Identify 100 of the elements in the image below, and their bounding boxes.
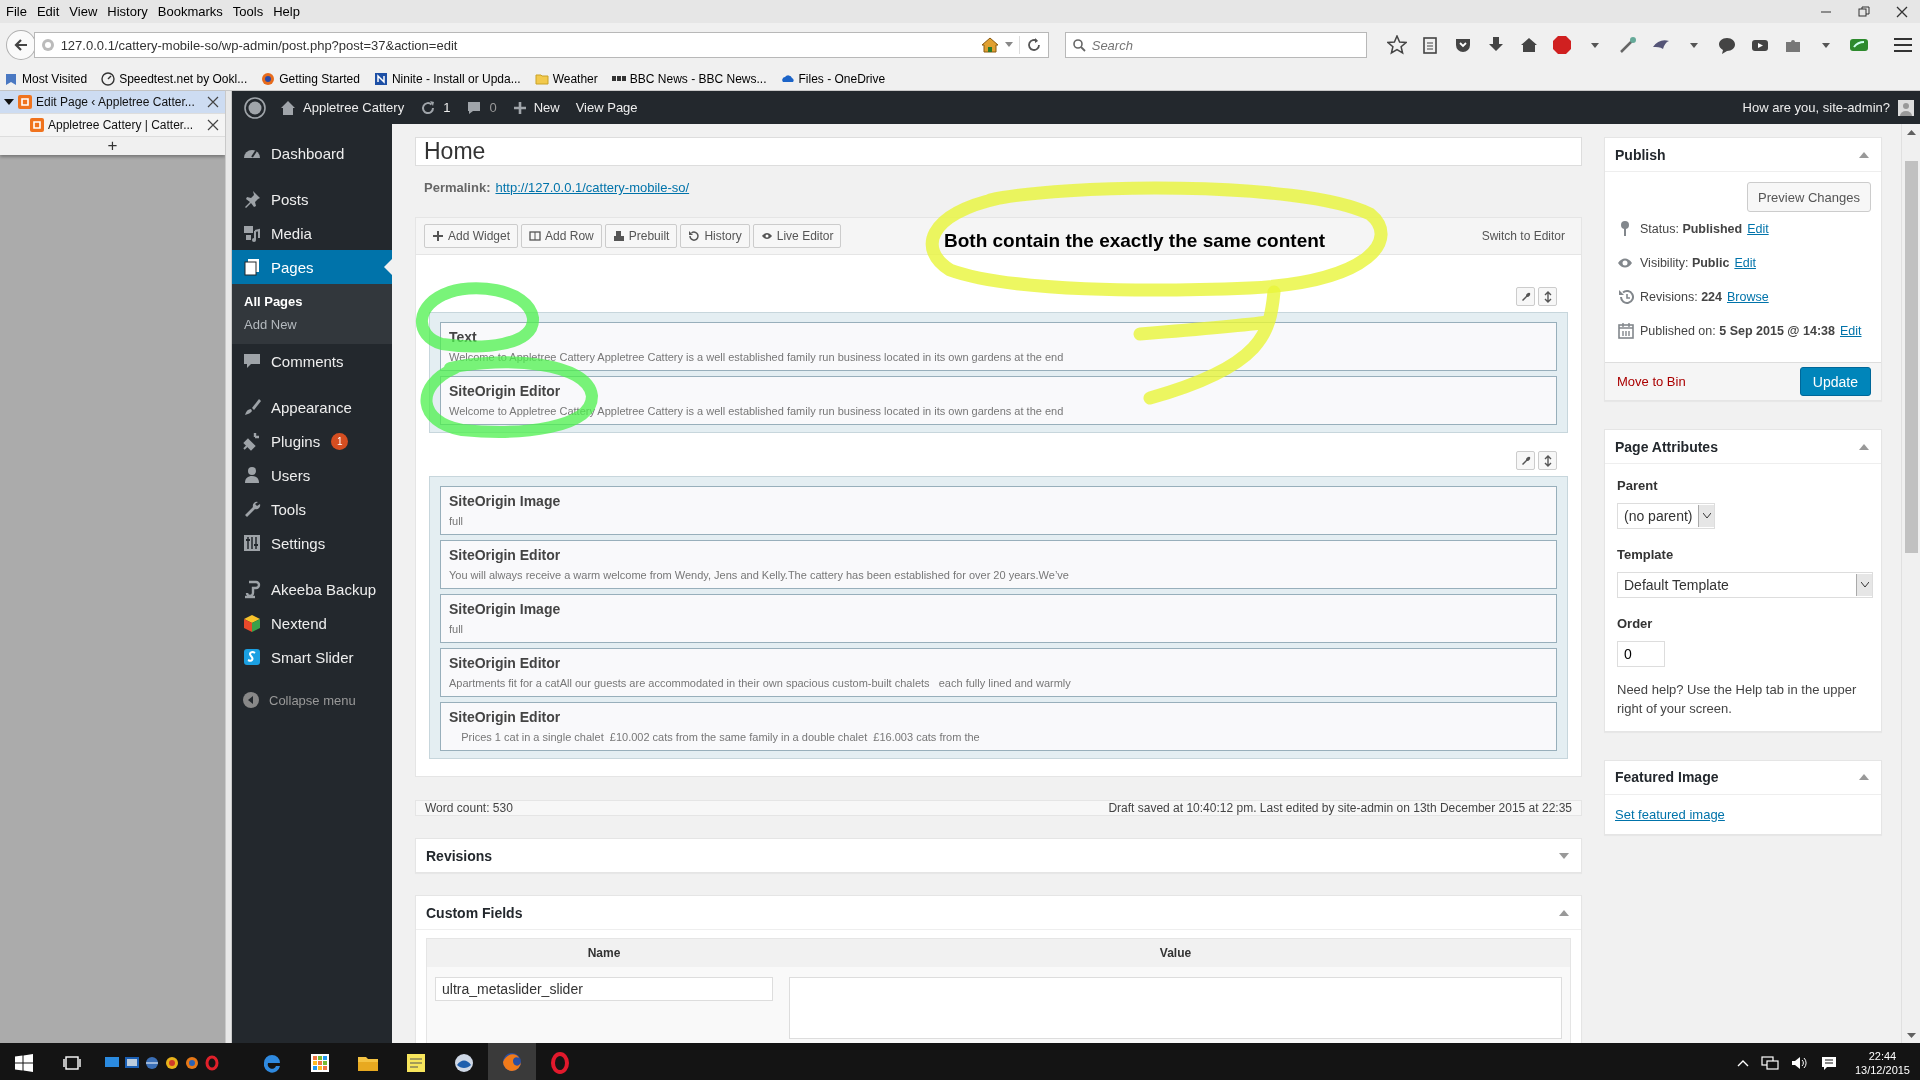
bookmark-link[interactable]: Speedtest.net by Ookl... xyxy=(119,71,248,86)
address-bar[interactable]: 127.0.0.1/cattery-mobile-so/wp-admin/post.php?post=37&action=edit xyxy=(33,32,1049,58)
widget-card[interactable]: SiteOrigin Image full xyxy=(440,486,1557,535)
sidebar-item[interactable]: Tools xyxy=(232,492,392,526)
widget-card[interactable]: SiteOrigin Image full xyxy=(440,594,1557,643)
widget-title: SiteOrigin Image xyxy=(449,493,562,509)
sidebar-item[interactable]: Users xyxy=(232,458,392,492)
edit-link[interactable]: Browse xyxy=(1727,290,1769,304)
draft-status: Draft saved at 10:40:12 pm. Last edited by site-admin on 13th December 2015 at 22:35 xyxy=(1108,801,1572,815)
widget-title: SiteOrigin Editor xyxy=(449,383,562,399)
annotation-text: Both contain the exactly the same content xyxy=(944,230,1326,252)
field-label: Order xyxy=(1617,616,1653,631)
update-button[interactable]: Update xyxy=(1799,367,1871,396)
box-title: Page Attributes xyxy=(1615,438,1718,455)
publish-detail: Status: Published xyxy=(1640,222,1743,236)
menu-item[interactable]: Help xyxy=(269,4,306,19)
view-page-link[interactable]: View Page xyxy=(567,91,646,124)
collapse-menu-button[interactable]: Collapse menu xyxy=(232,686,392,714)
widget-card[interactable]: SiteOrigin Editor Apartments fit for a catAll our guests are accommodated in their own spacious custom-built chalets each fully lined and warmly xyxy=(440,648,1557,697)
order-field[interactable]: 0 xyxy=(1617,641,1665,667)
title-field[interactable]: Home xyxy=(415,137,1582,166)
publish-detail: Revisions: 224 xyxy=(1640,290,1722,304)
toolbar-button[interactable]: Add Row xyxy=(521,224,602,248)
edit-link[interactable]: Edit xyxy=(1747,222,1769,236)
parent-select[interactable]: (no parent) xyxy=(1617,503,1716,529)
switch-to-editor-link[interactable]: Switch to Editor xyxy=(1481,229,1565,243)
box-title: Featured Image xyxy=(1615,769,1719,786)
toolbar-button[interactable]: Prebuilt xyxy=(604,224,678,248)
column-header: Value xyxy=(1158,946,1193,960)
widget-title: SiteOrigin Editor xyxy=(449,709,562,725)
sidebar-item[interactable]: Akeeba Backup xyxy=(232,572,392,606)
site-link[interactable]: Appletree Cattery xyxy=(272,91,413,124)
count-badge: 1 xyxy=(331,432,349,450)
widget-summary: Apartments fit for a catAll our guests are accommodated in their own spacious custom-built chalets each fully lined and warmly xyxy=(449,677,1072,689)
bookmark-link[interactable]: Most Visited xyxy=(22,71,88,86)
menu-item[interactable]: View xyxy=(65,4,104,19)
widget-title: SiteOrigin Editor xyxy=(449,655,562,671)
new-link[interactable]: New xyxy=(504,91,568,124)
search-input[interactable]: Search xyxy=(1091,37,1360,53)
set-featured-image-link[interactable]: Set featured image xyxy=(1615,806,1725,822)
help-text: Need help? Use the Help tab in the upper right of your screen. xyxy=(1617,681,1858,718)
sidebar-item[interactable]: Posts xyxy=(232,182,392,216)
bookmark-link[interactable]: Weather xyxy=(552,71,598,86)
menu-item[interactable]: Tools xyxy=(228,4,270,19)
tree-tab[interactable]: Edit Page ‹ Appletree Catter... xyxy=(0,91,225,114)
updates-link[interactable]: 1 xyxy=(412,91,459,124)
edit-link[interactable]: Edit xyxy=(1734,256,1756,270)
sidebar-item[interactable]: Comments xyxy=(232,344,392,378)
field-label: Template xyxy=(1617,547,1674,562)
toolbar-button[interactable]: Add Widget xyxy=(424,224,519,248)
widget-card[interactable]: SiteOrigin Editor Prices 1 cat in a single chalet £10.002 cats from the same family in a double chalet £16.003 cats from the xyxy=(440,702,1557,751)
column-header: Name xyxy=(586,946,622,960)
widget-summary: Prices 1 cat in a single chalet £10.002 cats from the same family in a double chalet £16.003 cats from the xyxy=(460,731,981,743)
publish-detail: Visibility: Public xyxy=(1640,256,1730,270)
name-field[interactable]: ultra_metaslider_slider xyxy=(435,977,773,1001)
comments-link[interactable]: 0 xyxy=(458,91,505,124)
toolbar-button[interactable]: History xyxy=(680,224,750,248)
toolbar-button[interactable]: Live Editor xyxy=(752,224,842,248)
sidebar-item[interactable]: Dashboard xyxy=(232,136,392,170)
clock-date[interactable]: 13/12/2015 xyxy=(1854,1063,1910,1077)
submenu-item[interactable]: Add New xyxy=(232,313,392,336)
box-title: Publish xyxy=(1615,146,1666,163)
sidebar-item[interactable]: Plugins 1 xyxy=(232,424,392,458)
sidebar-item[interactable]: Pages xyxy=(232,250,392,284)
move-to-bin-link[interactable]: Move to Bin xyxy=(1617,374,1686,389)
widget-title: SiteOrigin Editor xyxy=(449,547,562,563)
clock-time[interactable]: 22:44 xyxy=(1868,1049,1897,1063)
greeting[interactable]: How are you, site-admin? xyxy=(1742,100,1890,115)
permalink-label: Permalink: xyxy=(424,180,491,195)
edit-link[interactable]: Edit xyxy=(1840,324,1862,338)
menu-item[interactable]: History xyxy=(103,4,154,19)
submenu-item[interactable]: All Pages xyxy=(232,290,392,313)
bookmark-link[interactable]: Getting Started xyxy=(279,71,360,86)
box-title: Custom Fields xyxy=(426,904,523,921)
menu-item[interactable]: File xyxy=(2,4,33,19)
menu-item[interactable]: Edit xyxy=(32,4,66,19)
sidebar-item[interactable]: Smart Slider xyxy=(232,640,392,674)
preview-changes-button[interactable]: Preview Changes xyxy=(1747,182,1871,212)
permalink-link[interactable]: http://127.0.0.1/cattery-mobile-so/ xyxy=(495,180,690,195)
publish-detail: Published on: 5 Sep 2015 @ 14:38 xyxy=(1640,324,1835,338)
field-label: Parent xyxy=(1617,478,1658,493)
new-tab-button[interactable]: + xyxy=(0,137,225,155)
bookmark-link[interactable]: Files - OneDrive xyxy=(798,71,886,86)
word-count: Word count: 530 xyxy=(425,801,513,815)
bookmark-link[interactable]: Ninite - Install or Upda... xyxy=(391,71,521,86)
sidebar-item[interactable]: Nextend xyxy=(232,606,392,640)
sidebar-item[interactable]: Settings xyxy=(232,526,392,560)
widget-card[interactable]: SiteOrigin Editor You will always receive a warm welcome from Wendy, Jens and Kelly.The cattery has been established for over 20 years.We’ve xyxy=(440,540,1557,589)
widget-summary: You will always receive a warm welcome from Wendy, Jens and Kelly.The cattery has been established for over 20 years.We’ve xyxy=(449,569,1070,581)
template-select[interactable]: Default Template xyxy=(1617,572,1873,598)
widget-summary: full xyxy=(449,623,465,635)
sidebar-item[interactable]: Media xyxy=(232,216,392,250)
bookmark-link[interactable]: BBC News - BBC News... xyxy=(629,71,767,86)
search-field[interactable]: Search xyxy=(1064,32,1367,58)
tree-tab[interactable]: Appletree Cattery | Catter... xyxy=(0,114,225,137)
address-field[interactable]: 127.0.0.1/cattery-mobile-so/wp-admin/post.php?post=37&action=edit xyxy=(60,37,975,53)
box-title: Revisions xyxy=(426,847,493,864)
menu-item[interactable]: Bookmarks xyxy=(153,4,229,19)
widget-title: SiteOrigin Image xyxy=(449,601,562,617)
sidebar-item[interactable]: Appearance xyxy=(232,390,392,424)
